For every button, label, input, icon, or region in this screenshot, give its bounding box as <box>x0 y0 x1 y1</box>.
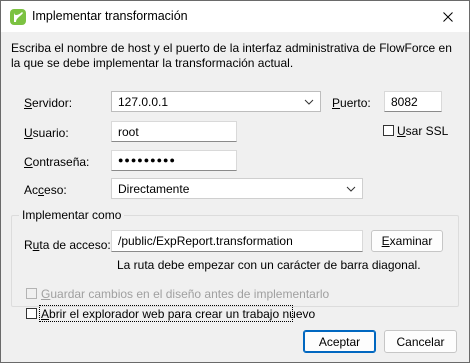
user-input[interactable]: root <box>111 121 237 142</box>
title-bar: Implementar transformación <box>1 1 469 32</box>
access-value: Directamente <box>118 182 190 196</box>
open-browser-label: Abrir el explorador web para crear un tr… <box>41 307 316 321</box>
path-input[interactable]: /public/ExpReport.transformation <box>111 230 363 252</box>
save-changes-label: Guardar cambios en el diseño antes de im… <box>41 287 330 301</box>
browse-button[interactable]: Examinar <box>371 230 443 252</box>
user-label: Usuario: <box>24 126 69 140</box>
close-button[interactable] <box>427 1 469 32</box>
open-browser-checkbox[interactable] <box>26 308 37 319</box>
deploy-dialog: Implementar transformación Escriba el no… <box>0 0 470 363</box>
server-label: Servidor: <box>24 96 73 110</box>
dialog-body: Escriba el nombre de host y el puerto de… <box>1 32 469 362</box>
server-combobox[interactable]: 127.0.0.1 <box>111 91 321 112</box>
close-icon <box>443 11 453 22</box>
use-ssl-checkbox[interactable] <box>383 125 394 136</box>
port-label: Puerto: <box>332 96 371 110</box>
port-input[interactable]: 8082 <box>384 91 442 112</box>
server-value: 127.0.0.1 <box>118 95 169 109</box>
use-ssl-label: Usar SSL <box>397 124 449 138</box>
cancel-button-label: Cancelar <box>396 334 445 349</box>
browse-button-label: Examinar <box>381 234 433 248</box>
password-label: Contraseña: <box>24 155 90 169</box>
ok-button[interactable]: Aceptar <box>303 330 376 353</box>
cancel-button[interactable]: Cancelar <box>384 330 457 353</box>
access-dropdown[interactable]: Directamente <box>111 178 363 199</box>
access-label: Acceso: <box>24 183 67 197</box>
deploy-as-group-title: Implementar como <box>19 208 125 222</box>
path-hint: La ruta debe empezar con un carácter de … <box>117 258 421 272</box>
chevron-down-icon <box>304 99 314 105</box>
flowforce-app-icon <box>10 9 26 25</box>
save-changes-checkbox[interactable] <box>26 288 37 299</box>
dialog-description: Escriba el nombre de host y el puerto de… <box>11 41 452 70</box>
chevron-down-icon <box>346 186 356 192</box>
path-label: Ruta de acceso: <box>24 238 111 252</box>
ok-button-label: Aceptar <box>318 334 361 349</box>
window-title: Implementar transformación <box>32 9 188 23</box>
password-input[interactable]: ●●●●●●●●● <box>111 150 237 171</box>
